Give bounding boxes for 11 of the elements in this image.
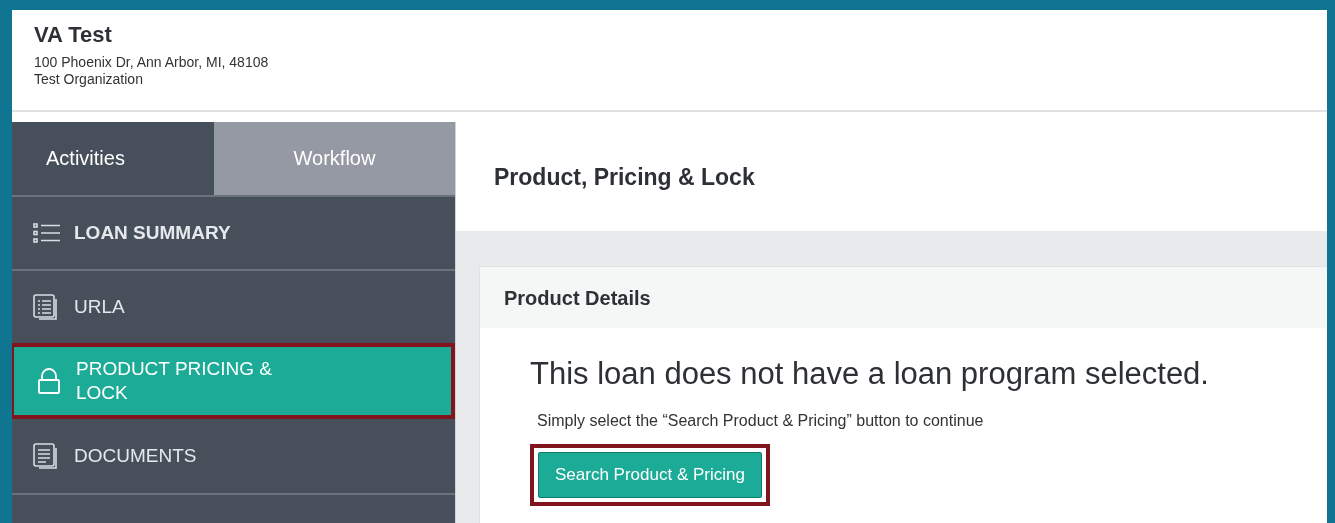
hint-text: Simply select the “Search Product & Pricing” button to continue [537, 412, 985, 430]
list-icon [32, 222, 62, 244]
sidebar-item[interactable]: DOCUMENTS [12, 419, 455, 493]
page-title: Product, Pricing & Lock [456, 122, 1327, 231]
address-text: 100 Phoenix Dr, Ann Arbor, MI, 48108 [34, 54, 270, 71]
organization-text: Test Organization [34, 71, 144, 88]
card-title: Product Details [480, 267, 1327, 328]
sidebar-item[interactable]: LOAN SUMMARY [12, 197, 455, 269]
message-text: This loan does not have a loan program selected. [530, 356, 1210, 392]
borrower-name: VA Test [34, 22, 113, 48]
sidebar-item[interactable]: URLA [12, 271, 455, 343]
